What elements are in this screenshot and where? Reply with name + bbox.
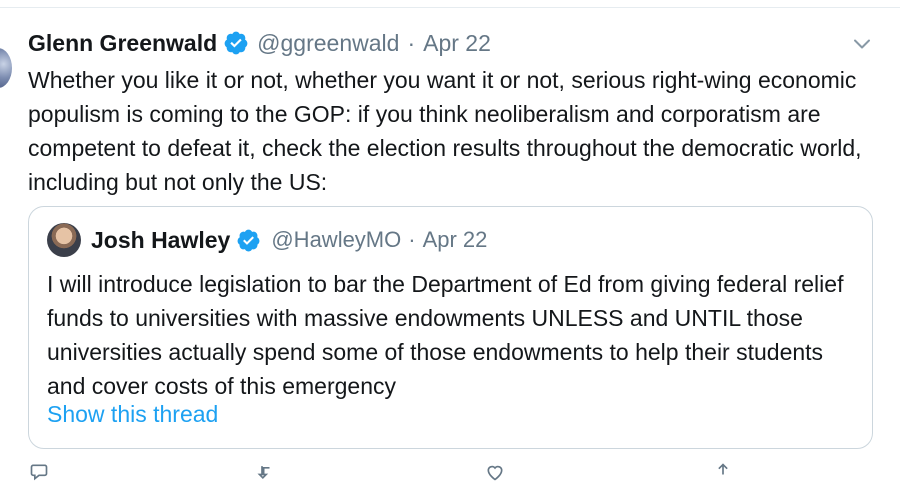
quoted-tweet-text: I will introduce legislation to bar the … xyxy=(47,271,844,399)
verified-badge-icon xyxy=(236,228,261,253)
reply-icon[interactable] xyxy=(28,462,50,481)
chevron-down-icon[interactable] xyxy=(850,32,874,56)
top-divider xyxy=(0,7,900,8)
separator-dot: · xyxy=(408,227,416,252)
tweet-date[interactable]: Apr 22 xyxy=(423,30,491,57)
author-handle[interactable]: @ggreenwald xyxy=(257,30,399,57)
quoted-author-name: Josh Hawley xyxy=(91,226,231,253)
tweet-text: Whether you like it or not, whether you … xyxy=(28,67,862,195)
tweet-header: Glenn Greenwald @ggreenwald · Apr 22 xyxy=(28,26,491,60)
share-icon[interactable] xyxy=(712,462,734,475)
retweet-icon[interactable] xyxy=(256,462,278,480)
like-icon[interactable] xyxy=(484,462,506,481)
quoted-tweet-header: Josh Hawley @HawleyMO · Apr 22 xyxy=(47,223,487,257)
show-thread-link[interactable]: Show this thread xyxy=(47,401,218,428)
verified-badge-icon xyxy=(223,30,249,56)
author-avatar[interactable] xyxy=(0,48,12,88)
quoted-author-handle: @HawleyMO xyxy=(271,227,402,252)
author-name[interactable]: Glenn Greenwald xyxy=(28,30,217,57)
quoted-tweet-card[interactable]: Josh Hawley @HawleyMO · Apr 22 I will in… xyxy=(28,206,873,449)
quoted-author-avatar xyxy=(47,223,81,257)
separator-dot: · xyxy=(407,29,416,56)
tweet-actions xyxy=(0,462,900,481)
quoted-tweet-date: Apr 22 xyxy=(422,227,488,252)
